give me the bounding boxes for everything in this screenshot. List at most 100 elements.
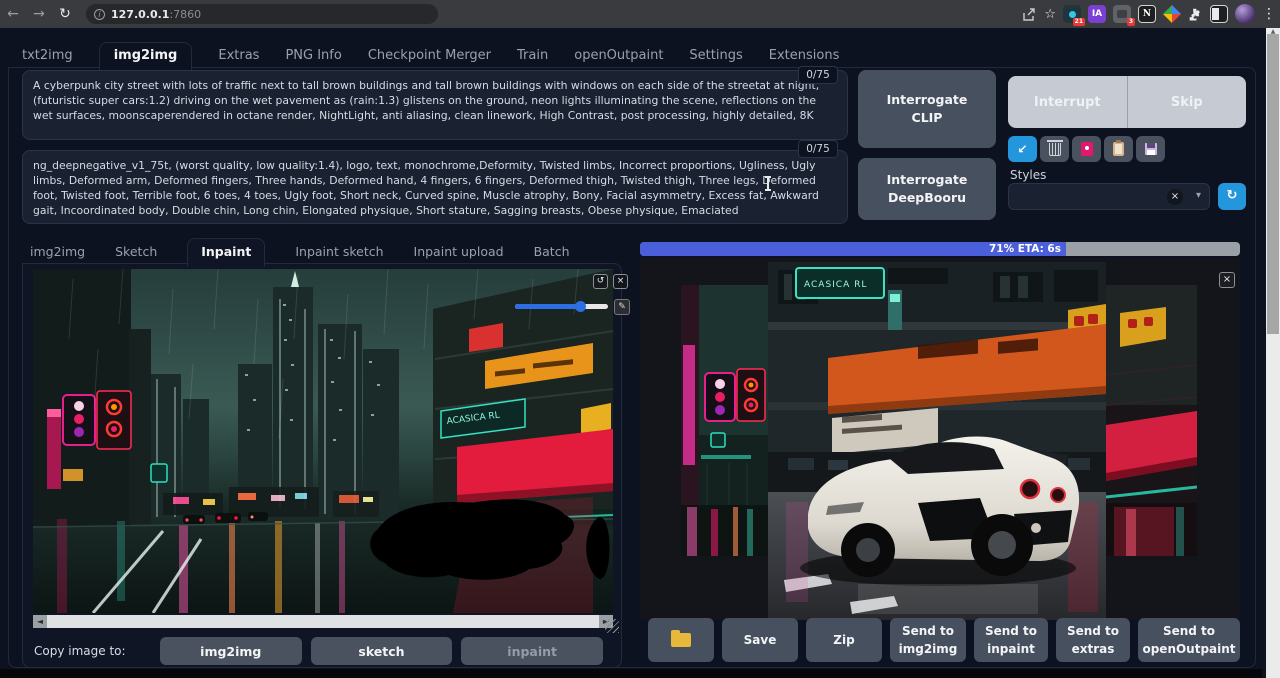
floppy-save-icon <box>1145 143 1157 155</box>
tab-mode-inpaint-upload[interactable]: Inpaint upload <box>414 244 504 259</box>
save-button[interactable]: Save <box>722 618 798 662</box>
clipboard-icon <box>1113 142 1124 156</box>
svg-text:ACASICA RL: ACASICA RL <box>804 280 867 290</box>
sidepanel-icon[interactable] <box>1210 5 1228 23</box>
apply-styles-button[interactable] <box>1104 136 1133 162</box>
interrogate-deepbooru-button[interactable]: Interrogate DeepBooru <box>858 158 996 220</box>
styles-label: Styles <box>1010 168 1046 182</box>
paste-params-button[interactable]: ↙ <box>1008 136 1037 162</box>
tab-txt2img[interactable]: txt2img <box>22 48 73 63</box>
tab-mode-img2img[interactable]: img2img <box>30 244 85 259</box>
address-bar[interactable]: i 127.0.0.1 :7860 <box>86 4 438 24</box>
save-style-button[interactable] <box>1136 136 1165 162</box>
skip-button[interactable]: Skip <box>1128 76 1247 128</box>
traffic-light-sign <box>63 395 95 445</box>
tab-mode-sketch[interactable]: Sketch <box>115 244 157 259</box>
refresh-icon: ↻ <box>1227 188 1238 203</box>
progress-label: 71% ETA: 6s <box>989 243 1061 255</box>
prompt-token-counter: 0/75 <box>798 66 838 84</box>
main-tab-bar: txt2img img2img Extras PNG Info Checkpoi… <box>22 42 839 69</box>
copy-image-label: Copy image to: <box>34 644 160 658</box>
extensions-puzzle-icon[interactable] <box>1188 7 1203 22</box>
send-to-openoutpaint-button[interactable]: Send to openOutpaint <box>1138 618 1240 662</box>
app-screen: ← → ↻ i 127.0.0.1 :7860 ☆ 21 IA 3 N ⋮ <box>0 0 1280 678</box>
canvas-undo-button[interactable]: ↺ <box>593 274 608 289</box>
send-to-extras-button[interactable]: Send to extras <box>1056 618 1130 662</box>
brush-size-slider[interactable] <box>515 304 608 309</box>
tab-mode-inpaint-sketch[interactable]: Inpaint sketch <box>295 244 383 259</box>
close-icon: × <box>617 276 625 286</box>
tab-train[interactable]: Train <box>517 48 548 63</box>
copy-image-row: Copy image to: img2img sketch inpaint <box>34 636 612 666</box>
send-to-img2img-button[interactable]: Send to img2img <box>890 618 966 662</box>
interrupt-button[interactable]: Interrupt <box>1008 76 1128 128</box>
tab-mode-inpaint[interactable]: Inpaint <box>187 238 265 267</box>
extra-networks-button[interactable] <box>1072 136 1101 162</box>
inpaint-canvas-image: ACASICA RL <box>33 269 613 613</box>
canvas-horizontal-scrollbar[interactable]: ◄ ► <box>33 615 613 628</box>
inpaint-panel: ACASICA RL <box>22 263 622 668</box>
brush-slider-thumb[interactable] <box>575 301 586 312</box>
canvas-resize-handle[interactable] <box>605 619 619 633</box>
gallery-close-button[interactable]: × <box>1219 272 1235 288</box>
browser-forward-icon[interactable]: → <box>26 6 52 22</box>
chevron-down-icon[interactable]: ▾ <box>1196 190 1201 201</box>
tab-img2img[interactable]: img2img <box>99 42 193 71</box>
zip-button[interactable]: Zip <box>806 618 882 662</box>
text-cursor-ibeam <box>767 176 769 191</box>
send-to-inpaint-button[interactable]: Send to inpaint <box>974 618 1048 662</box>
interrogate-clip-button[interactable]: Interrogate CLIP <box>858 70 996 148</box>
copy-to-img2img-button[interactable]: img2img <box>160 637 302 665</box>
url-port: :7860 <box>169 8 201 21</box>
tab-checkpoint-merger[interactable]: Checkpoint Merger <box>368 48 491 63</box>
neon-ring-sign <box>97 391 131 449</box>
folder-icon <box>671 633 691 647</box>
clear-prompt-button[interactable] <box>1040 136 1069 162</box>
bookmark-star-icon[interactable]: ☆ <box>1044 7 1056 22</box>
canvas-clear-button[interactable]: × <box>613 274 628 289</box>
gallery-image-previous[interactable] <box>681 285 768 556</box>
output-actions-row: Save Zip Send to img2img Send to inpaint… <box>648 618 1240 662</box>
styles-dropdown[interactable]: × ▾ <box>1008 183 1210 210</box>
negative-prompt-input[interactable]: ng_deepnegative_v1_75t, (worst quality, … <box>23 151 847 223</box>
prompt-input[interactable]: A cyberpunk city street with lots of tra… <box>23 71 847 139</box>
gallery-image-selected[interactable]: ACASICA RL <box>768 262 1106 620</box>
extension-colors-icon[interactable] <box>1163 5 1181 23</box>
tab-openoutpaint[interactable]: openOutpaint <box>574 48 663 63</box>
styles-refresh-button[interactable]: ↻ <box>1218 183 1246 210</box>
extension-ia-icon[interactable]: IA <box>1088 5 1106 23</box>
negative-token-counter: 0/75 <box>798 140 838 158</box>
copy-to-inpaint-button[interactable]: inpaint <box>461 637 603 665</box>
open-folder-button[interactable] <box>648 618 714 662</box>
page-scrollbar[interactable]: ▲ <box>1266 28 1280 678</box>
browser-back-icon[interactable]: ← <box>0 6 26 22</box>
url-host: 127.0.0.1 <box>111 8 169 21</box>
browser-profile-avatar[interactable] <box>1235 4 1255 24</box>
interrupt-skip-group: Interrupt Skip <box>1008 76 1246 128</box>
inpaint-canvas[interactable]: ACASICA RL <box>33 269 613 613</box>
styles-clear-icon[interactable]: × <box>1167 189 1183 205</box>
img2img-mode-tabs: img2img Sketch Inpaint Inpaint sketch In… <box>30 238 570 264</box>
browser-menu-icon[interactable]: ⋮ <box>1262 6 1276 22</box>
scroll-left-icon[interactable]: ◄ <box>33 615 47 628</box>
tab-extras[interactable]: Extras <box>218 48 259 63</box>
copy-to-sketch-button[interactable]: sketch <box>311 637 453 665</box>
extension-notion-icon[interactable]: N <box>1138 5 1156 23</box>
extension-messages-icon[interactable]: 3 <box>1113 5 1131 23</box>
tab-mode-batch[interactable]: Batch <box>534 244 570 259</box>
canvas-scrollbar-thumb[interactable] <box>47 615 599 628</box>
tab-settings[interactable]: Settings <box>689 48 742 63</box>
trash-icon <box>1049 143 1061 156</box>
brush-adjust-button[interactable]: ✎ <box>614 299 630 315</box>
tab-png-info[interactable]: PNG Info <box>285 48 341 63</box>
paste-arrow-icon: ↙ <box>1017 142 1027 156</box>
share-icon[interactable] <box>1022 7 1037 22</box>
extension-tabcounter-icon[interactable]: 21 <box>1063 5 1081 23</box>
undo-icon: ↺ <box>597 276 605 286</box>
page-scrollbar-thumb[interactable] <box>1267 34 1279 334</box>
browser-reload-icon[interactable]: ↻ <box>52 6 78 22</box>
brush-slider-fill <box>515 304 580 309</box>
tab-extensions[interactable]: Extensions <box>769 48 840 63</box>
gallery-image-next[interactable] <box>1106 285 1197 556</box>
site-info-icon[interactable]: i <box>94 9 105 20</box>
